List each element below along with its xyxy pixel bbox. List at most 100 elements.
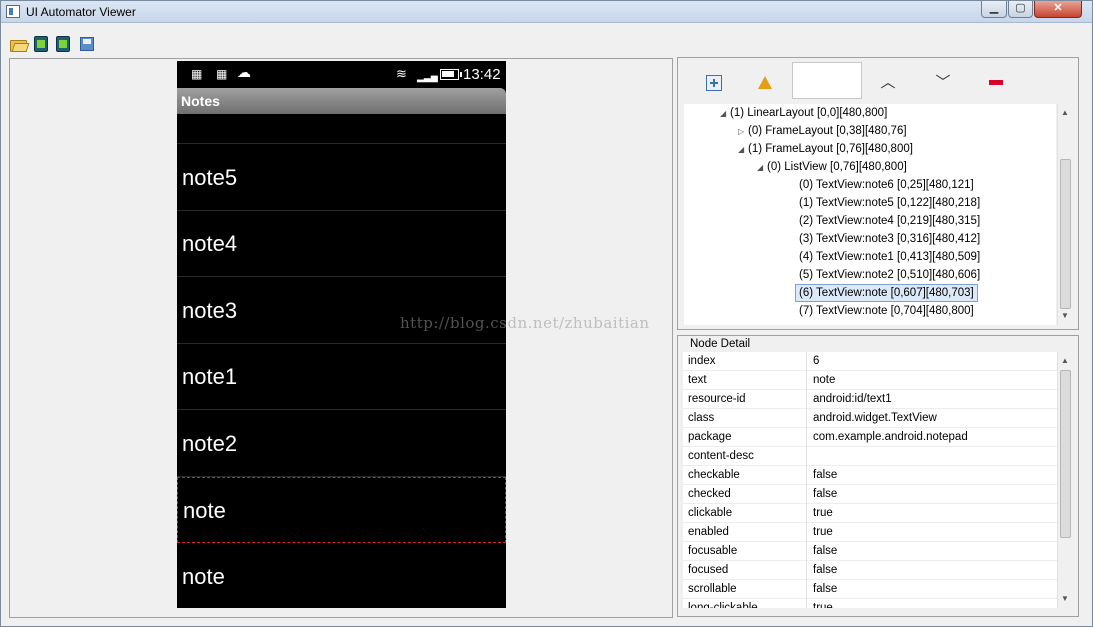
tree-node[interactable]: (5) TextView:note2 [0,510][480,606] xyxy=(799,266,980,284)
tree-node-label: (1) FrameLayout [0,76][480,800] xyxy=(748,143,913,155)
property-value[interactable]: android:id/text1 xyxy=(813,390,892,409)
column-divider xyxy=(806,561,807,580)
tree-node[interactable]: (6) TextView:note [0,607][480,703] xyxy=(795,284,978,302)
tree-node-label: (3) TextView:note3 [0,316][480,412] xyxy=(799,233,981,245)
collapse-arrow-icon[interactable]: ◢ xyxy=(738,141,748,159)
table-row[interactable]: focused false xyxy=(683,561,1057,580)
property-key: package xyxy=(688,431,732,443)
column-divider xyxy=(806,371,807,390)
note-title: note4 xyxy=(182,231,238,256)
column-divider xyxy=(806,580,807,599)
tree-node-label: (0) TextView:note6 [0,25][480,121] xyxy=(799,179,974,191)
collapse-arrow-icon[interactable]: ◢ xyxy=(757,159,767,177)
table-row[interactable]: clickable true xyxy=(683,504,1057,523)
main-toolbar xyxy=(1,32,1092,56)
scroll-up-icon[interactable]: ▲ xyxy=(1061,356,1069,365)
property-value[interactable]: 6 xyxy=(813,352,819,371)
property-key: scrollable xyxy=(688,583,737,595)
table-row[interactable]: enabled true xyxy=(683,523,1057,542)
app-icon xyxy=(6,5,20,18)
table-row[interactable]: checkable false xyxy=(683,466,1057,485)
phone-status-bar: ▦ ▦ ☁ ≋ ▂▃▅ 13:42 xyxy=(177,61,506,88)
save-icon[interactable] xyxy=(80,37,94,51)
list-item[interactable]: note2 xyxy=(177,411,506,477)
property-key: text xyxy=(688,374,707,386)
table-row[interactable]: index 6 xyxy=(683,352,1057,371)
chevron-up-icon[interactable]: ︿ xyxy=(880,75,896,91)
property-value[interactable]: true xyxy=(813,599,833,608)
minimize-button[interactable]: ▁ xyxy=(981,1,1007,18)
scroll-up-icon[interactable]: ▲ xyxy=(1061,108,1069,117)
tree-node[interactable]: (4) TextView:note1 [0,413][480,509] xyxy=(799,248,980,266)
tree-node[interactable]: (1) TextView:note5 [0,122][480,218] xyxy=(799,194,980,212)
column-divider xyxy=(806,409,807,428)
property-key: clickable xyxy=(688,507,733,519)
list-item[interactable]: note3 xyxy=(177,278,506,344)
title-bar: UI Automator Viewer ▁ ▢ ✕ xyxy=(1,1,1092,23)
property-value[interactable]: com.example.android.notepad xyxy=(813,428,968,447)
collapse-arrow-icon[interactable]: ◢ xyxy=(720,105,730,123)
device-screenshot-compressed-icon[interactable] xyxy=(56,36,70,52)
list-item[interactable]: note6 xyxy=(177,114,506,144)
status-time: 13:42 xyxy=(463,66,501,83)
list-item[interactable]: note5 xyxy=(177,145,506,211)
wifi-icon: ≋ xyxy=(396,66,407,81)
property-key: checked xyxy=(688,488,731,500)
battery-icon xyxy=(440,69,462,80)
notes-list[interactable]: note6 note5 note4 note3 note1 note2 note note xyxy=(177,114,506,608)
table-row[interactable]: text note xyxy=(683,371,1057,390)
tree-node[interactable]: (3) TextView:note3 [0,316][480,412] xyxy=(799,230,980,248)
table-row[interactable]: focusable false xyxy=(683,542,1057,561)
tree-node[interactable]: (7) TextView:note [0,704][480,800] xyxy=(799,302,974,320)
detail-scrollbar[interactable]: ▲ ▼ xyxy=(1057,352,1073,608)
tree-node[interactable]: ▷ (0) FrameLayout [0,38][480,76] xyxy=(738,122,907,140)
warning-icon[interactable] xyxy=(758,76,772,89)
scroll-down-icon[interactable]: ▼ xyxy=(1061,311,1069,320)
tree-scrollbar[interactable]: ▲ ▼ xyxy=(1057,104,1073,325)
watermark: http://blog.csdn.net/zhubaitian xyxy=(400,314,650,332)
node-detail-table[interactable]: index 6 text note resource-id android:id/text… xyxy=(683,352,1057,608)
tree-node[interactable]: ◢ (1) LinearLayout [0,0][480,800] xyxy=(720,104,887,122)
expand-arrow-icon[interactable]: ▷ xyxy=(738,123,748,141)
list-item[interactable]: note xyxy=(177,544,506,609)
table-row[interactable]: scrollable false xyxy=(683,580,1057,599)
scroll-thumb[interactable] xyxy=(1060,370,1071,538)
table-row[interactable]: content-desc xyxy=(683,447,1057,466)
remove-icon[interactable] xyxy=(989,80,1003,85)
table-row[interactable]: long-clickable true xyxy=(683,599,1057,608)
property-value[interactable]: android.widget.TextView xyxy=(813,409,937,428)
table-row[interactable]: checked false xyxy=(683,485,1057,504)
list-item[interactable]: note1 xyxy=(177,344,506,410)
note-title: note1 xyxy=(182,364,238,389)
open-folder-icon[interactable] xyxy=(10,37,27,52)
table-row[interactable]: package com.example.android.notepad xyxy=(683,428,1057,447)
property-value[interactable]: false xyxy=(813,580,837,599)
scroll-down-icon[interactable]: ▼ xyxy=(1061,594,1069,603)
chevron-down-icon[interactable]: ﹀ xyxy=(935,75,951,91)
tree-node[interactable]: ◢ (0) ListView [0,76][480,800] xyxy=(757,158,907,176)
tree-node-label: (7) TextView:note [0,704][480,800] xyxy=(799,305,974,317)
column-divider xyxy=(806,428,807,447)
tree-node[interactable]: ◢ (1) FrameLayout [0,76][480,800] xyxy=(738,140,913,158)
maximize-button[interactable]: ▢ xyxy=(1008,1,1033,18)
tree-node[interactable]: (0) TextView:note6 [0,25][480,121] xyxy=(799,176,974,194)
property-value[interactable]: true xyxy=(813,523,833,542)
property-value[interactable]: false xyxy=(813,561,837,580)
property-value[interactable]: false xyxy=(813,466,837,485)
expand-all-icon[interactable] xyxy=(706,75,722,91)
hierarchy-tree[interactable]: ◢ (1) LinearLayout [0,0][480,800] ▷ (0) Fra… xyxy=(684,104,1056,325)
property-value[interactable]: false xyxy=(813,542,837,561)
property-value[interactable]: false xyxy=(813,485,837,504)
close-button[interactable]: ✕ xyxy=(1034,1,1082,18)
tree-node[interactable]: (2) TextView:note4 [0,219][480,315] xyxy=(799,212,980,230)
device-screenshot-icon[interactable] xyxy=(34,36,48,52)
table-row[interactable]: class android.widget.TextView xyxy=(683,409,1057,428)
list-item[interactable]: note xyxy=(177,477,506,543)
property-value[interactable]: true xyxy=(813,504,833,523)
table-row[interactable]: resource-id android:id/text1 xyxy=(683,390,1057,409)
filter-box[interactable] xyxy=(792,62,862,99)
property-value[interactable]: note xyxy=(813,371,835,390)
scroll-thumb[interactable] xyxy=(1060,159,1071,309)
list-item[interactable]: note4 xyxy=(177,211,506,277)
device-screenshot[interactable]: ▦ ▦ ☁ ≋ ▂▃▅ 13:42 Notes note6note5note4n… xyxy=(177,61,506,608)
